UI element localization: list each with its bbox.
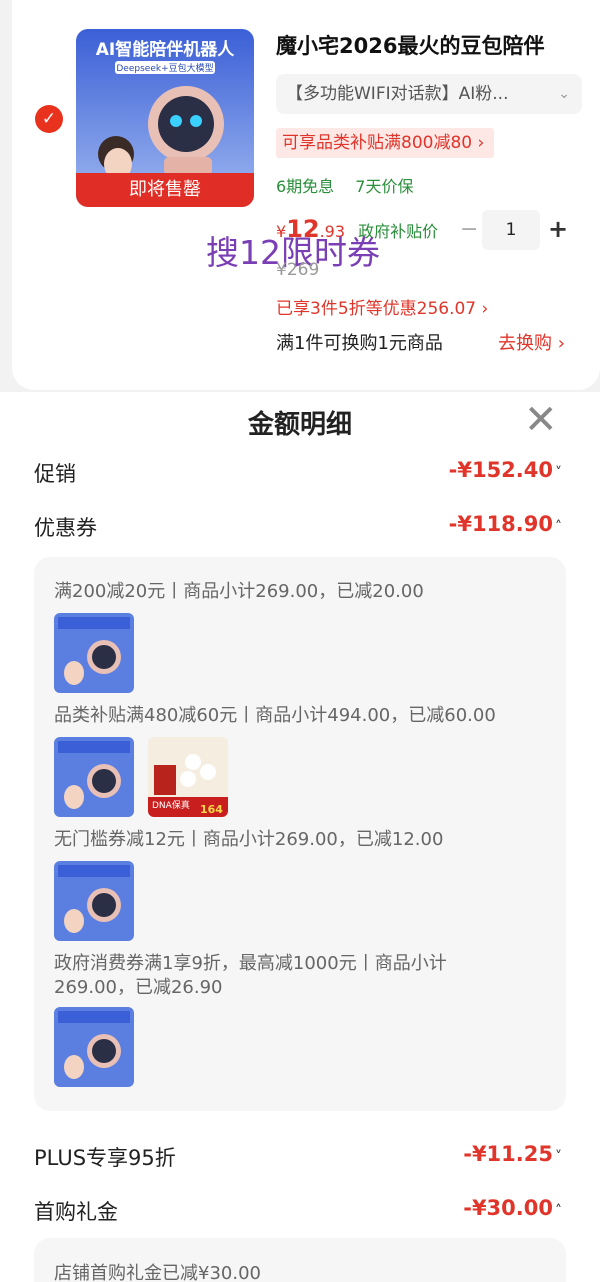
coupon-1-item-thumb xyxy=(54,613,134,693)
product-image-subtitle: Deepseek+豆包大模型 xyxy=(115,61,215,74)
discount-detail-link[interactable]: 已享3件5折等优惠256.07 › xyxy=(276,294,488,319)
robot-thumb-icon xyxy=(54,1007,134,1087)
first-purchase-gift-row[interactable]: 首购礼金 -¥30.00 ˄ xyxy=(34,1196,564,1230)
price-protect-tag: 7天价保 xyxy=(355,177,414,196)
plus-discount-amount: -¥11.25 xyxy=(463,1142,553,1166)
chevron-up-icon: ˄ xyxy=(555,519,562,535)
product-title[interactable]: 魔小宅2026最火的豆包陪伴 xyxy=(276,30,544,60)
swap-offer-link[interactable]: 去换购 › xyxy=(498,329,565,355)
second-item-price: 164 xyxy=(200,803,223,816)
category-subsidy-tag[interactable]: 可享品类补贴满800减80 › xyxy=(276,128,495,158)
robot-thumb-icon xyxy=(54,861,134,941)
coupon-detail-4-line1: 政府消费券满1享9折，最高减1000元丨商品小计 xyxy=(54,953,447,974)
chevron-up-icon: ˄ xyxy=(555,1203,562,1219)
sheet-header: 金额明细 ✕ xyxy=(0,392,600,456)
product-image[interactable]: AI智能陪伴机器人 Deepseek+豆包大模型 即将售罄 xyxy=(76,29,254,207)
chevron-down-icon: ⌄ xyxy=(558,86,570,102)
spec-selector[interactable]: 【多功能WIFI对话款】AI粉... ⌄ xyxy=(276,74,582,114)
gift-detail-panel: 店铺首购礼金已减¥30.00 xyxy=(34,1238,566,1282)
dna-badge: DNA保真 xyxy=(152,801,190,811)
promotion-label: 促销 xyxy=(34,462,76,486)
robot-thumb-icon xyxy=(54,613,134,693)
coupon-detail-panel: 满200减20元丨商品小计269.00，已减20.00 品类补贴满480减60元… xyxy=(34,557,566,1111)
plus-discount-row[interactable]: PLUS专享95折 -¥11.25 ˅ xyxy=(34,1142,564,1176)
coupon-4-item-thumb xyxy=(54,1007,134,1087)
product-image-title: AI智能陪伴机器人 xyxy=(95,40,235,60)
plus-discount-label: PLUS专享95折 xyxy=(34,1146,176,1170)
sheet-title: 金额明细 xyxy=(247,410,352,440)
amount-detail-sheet: 金额明细 ✕ 促销 -¥152.40 ˅ 优惠券 -¥118.90 ˄ 满200减2… xyxy=(0,392,600,1282)
selected-check-icon[interactable]: ✓ xyxy=(35,105,63,133)
coupon-2-item-thumb-2: DNA保真 164 xyxy=(148,737,228,817)
coupon-detail-4-line2: 269.00，已减26.90 xyxy=(54,977,223,998)
coupon-detail-2: 品类补贴满480减60元丨商品小计494.00，已减60.00 xyxy=(54,705,496,726)
service-tags: 6期免息 7天价保 xyxy=(276,173,429,197)
first-purchase-gift-amount: -¥30.00 xyxy=(463,1196,553,1220)
swap-offer-text: 满1件可换购1元商品 xyxy=(276,333,443,354)
coupon-row[interactable]: 优惠券 -¥118.90 ˄ xyxy=(34,512,564,546)
spec-selector-label: 【多功能WIFI对话款】AI粉... xyxy=(286,84,509,104)
robot-thumb-icon xyxy=(54,737,134,817)
cart-area: ✓ AI智能陪伴机器人 Deepseek+豆包大模型 即将售罄 魔小宅2026最… xyxy=(0,0,600,392)
chevron-down-icon: ˅ xyxy=(555,465,562,481)
coupon-detail-3: 无门槛券减12元丨商品小计269.00，已减12.00 xyxy=(54,829,444,850)
coupon-2-item-thumb-1 xyxy=(54,737,134,817)
coupon-detail-1: 满200减20元丨商品小计269.00，已减20.00 xyxy=(54,581,424,602)
gift-detail-text: 店铺首购礼金已减¥30.00 xyxy=(54,1263,261,1282)
quantity-input[interactable]: 1 xyxy=(482,210,540,250)
coupon-amount: -¥118.90 xyxy=(448,512,553,536)
first-purchase-gift-label: 首购礼金 xyxy=(34,1200,118,1224)
coupon-label: 优惠券 xyxy=(34,516,97,540)
sold-out-soon-banner: 即将售罄 xyxy=(76,173,254,207)
original-price: ¥269 xyxy=(276,260,320,280)
promotion-row[interactable]: 促销 -¥152.40 ˅ xyxy=(34,458,564,492)
promotion-amount: -¥152.40 xyxy=(448,458,553,482)
coupon-3-item-thumb xyxy=(54,861,134,941)
quantity-plus-button[interactable]: + xyxy=(548,215,568,243)
chevron-down-icon: ˅ xyxy=(555,1149,562,1165)
close-icon[interactable]: ✕ xyxy=(524,400,558,440)
installment-tag: 6期免息 xyxy=(276,177,335,196)
quantity-minus-button[interactable]: − xyxy=(460,217,478,242)
